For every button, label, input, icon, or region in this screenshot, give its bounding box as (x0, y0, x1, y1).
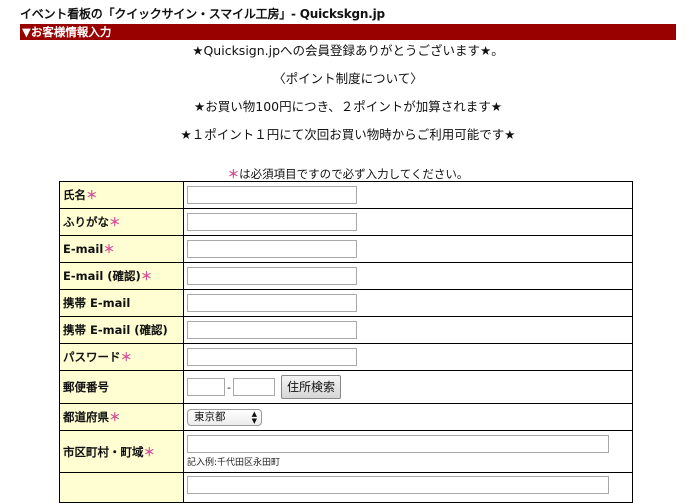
postal-code-separator: - (227, 380, 231, 394)
city-label: 市区町村・町域＊ (59, 430, 184, 473)
postal-code-field-cell: - 住所検索 (183, 370, 633, 404)
address-input[interactable] (187, 476, 609, 494)
mobile-email-label: 携帯 E-mail (59, 289, 184, 317)
prefecture-field-cell: 東京都 ▲ ▼ (183, 403, 633, 431)
mobile-email-confirm-input[interactable] (187, 321, 357, 339)
email-confirm-label-text: E-mail (確認) (63, 269, 141, 283)
city-example-text: 記入例:千代田区永田町 (187, 458, 281, 468)
email-field-cell (183, 235, 633, 263)
email-confirm-field-cell (183, 262, 633, 290)
email-label: E-mail＊ (59, 235, 184, 263)
furigana-label-text: ふりがな (63, 215, 109, 229)
postal-code-label-text: 郵便番号 (63, 380, 109, 394)
name-input[interactable] (187, 186, 357, 204)
section-header-customer-info: ▼お客様情報入力 (20, 24, 676, 40)
required-asterisk-icon: ＊ (227, 167, 240, 181)
address-label (59, 472, 184, 503)
form-row-furigana: ふりがな＊ (59, 208, 633, 236)
name-label: 氏名＊ (59, 181, 184, 209)
prefecture-selected-value: 東京都 (194, 410, 226, 423)
form-row-email-confirm: E-mail (確認)＊ (59, 262, 633, 290)
password-field-cell (183, 343, 633, 371)
points-heading: 〈ポイント制度について〉 (273, 71, 423, 86)
password-input[interactable] (187, 348, 357, 366)
furigana-input[interactable] (187, 213, 357, 231)
form-row-address-partial (59, 472, 633, 503)
email-label-text: E-mail (63, 242, 104, 256)
form-row-password: パスワード＊ (59, 343, 633, 371)
points-usage: ★１ポイント１円にて次回お買い物時からご利用可能です★ (180, 127, 516, 142)
required-asterisk-icon: ＊ (109, 215, 121, 229)
points-rule: ★お買い物100円につき、２ポイントが加算されます★ (194, 99, 502, 114)
site-title: イベント看板の「クイックサイン・スマイル工房」- Quickskgn.jp (20, 7, 385, 21)
form-row-email: E-mail＊ (59, 235, 633, 263)
mobile-email-confirm-field-cell (183, 316, 633, 344)
prefecture-label-text: 都道府県 (63, 410, 109, 424)
form-row-mobile-email: 携帯 E-mail (59, 289, 633, 317)
required-asterisk-icon: ＊ (103, 242, 115, 256)
thanks-notice: ★Quicksign.jpへの会員登録ありがとうございます★。 (192, 43, 504, 58)
prefecture-select[interactable]: 東京都 ▲ ▼ (187, 408, 262, 426)
city-label-text: 市区町村・町域 (63, 444, 144, 459)
form-row-city: 市区町村・町域＊ 記入例:千代田区永田町 (59, 430, 633, 473)
name-field-cell (183, 181, 633, 209)
address-field-cell (183, 472, 633, 503)
customer-info-form: 氏名＊ ふりがな＊ E-mail＊ E-mail (確認)＊ 携帯 E-mail… (59, 181, 633, 503)
postal-code-label: 郵便番号 (59, 370, 184, 404)
password-label: パスワード＊ (59, 343, 184, 371)
mobile-email-label-text: 携帯 E-mail (63, 296, 131, 310)
select-arrows-icon: ▲ ▼ (251, 409, 257, 425)
mobile-email-field-cell (183, 289, 633, 317)
required-asterisk-icon: ＊ (143, 444, 156, 459)
address-search-button[interactable]: 住所検索 (280, 375, 341, 399)
required-asterisk-icon: ＊ (140, 269, 153, 283)
email-input[interactable] (187, 240, 357, 258)
postal-code-first-input[interactable] (187, 378, 225, 396)
city-field-cell: 記入例:千代田区永田町 (183, 430, 633, 473)
email-confirm-input[interactable] (187, 267, 357, 285)
form-row-postal-code: 郵便番号 - 住所検索 (59, 370, 633, 404)
mobile-email-confirm-label: 携帯 E-mail (確認) (59, 316, 184, 344)
city-input[interactable] (187, 435, 609, 453)
furigana-label: ふりがな＊ (59, 208, 184, 236)
required-asterisk-icon: ＊ (120, 350, 133, 364)
prefecture-label: 都道府県＊ (59, 403, 184, 431)
required-note-text: は必須項目ですので必ず入力してください。 (239, 167, 469, 181)
required-note: ＊は必須項目ですので必ず入力してください。 (0, 166, 696, 182)
required-asterisk-icon: ＊ (86, 188, 98, 202)
name-label-text: 氏名 (63, 188, 86, 202)
postal-code-second-input[interactable] (232, 378, 275, 396)
password-label-text: パスワード (63, 350, 121, 364)
mobile-email-input[interactable] (187, 294, 357, 312)
form-row-name: 氏名＊ (59, 181, 633, 209)
email-confirm-label: E-mail (確認)＊ (59, 262, 184, 290)
form-row-mobile-email-confirm: 携帯 E-mail (確認) (59, 316, 633, 344)
furigana-field-cell (183, 208, 633, 236)
form-row-prefecture: 都道府県＊ 東京都 ▲ ▼ (59, 403, 633, 431)
required-asterisk-icon: ＊ (109, 410, 121, 424)
mobile-email-confirm-label-text: 携帯 E-mail (確認) (63, 323, 168, 337)
